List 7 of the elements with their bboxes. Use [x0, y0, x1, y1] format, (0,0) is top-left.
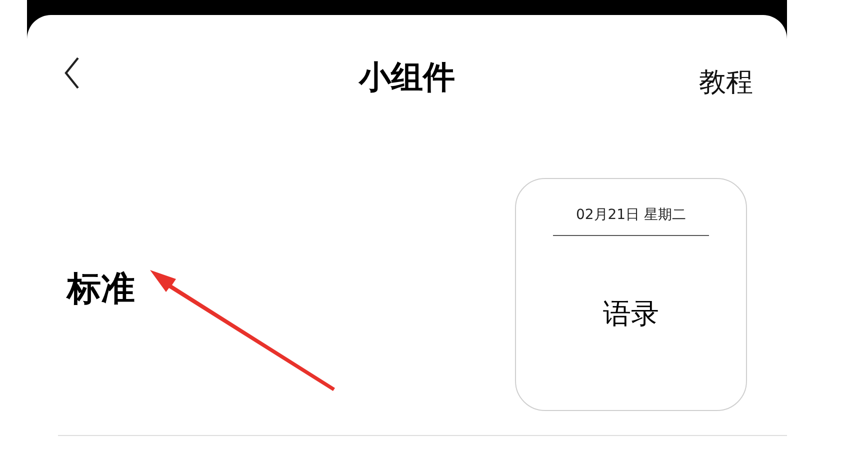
page-title: 小组件	[359, 61, 455, 93]
back-icon	[64, 57, 80, 89]
widget-preview-card[interactable]: 02月21日 星期二 语录	[515, 178, 747, 411]
style-label: 标准	[67, 272, 136, 306]
widget-text: 语录	[603, 300, 659, 328]
tutorial-button[interactable]: 教程	[699, 69, 753, 96]
date-text: 02月21日 星期二	[576, 208, 686, 222]
